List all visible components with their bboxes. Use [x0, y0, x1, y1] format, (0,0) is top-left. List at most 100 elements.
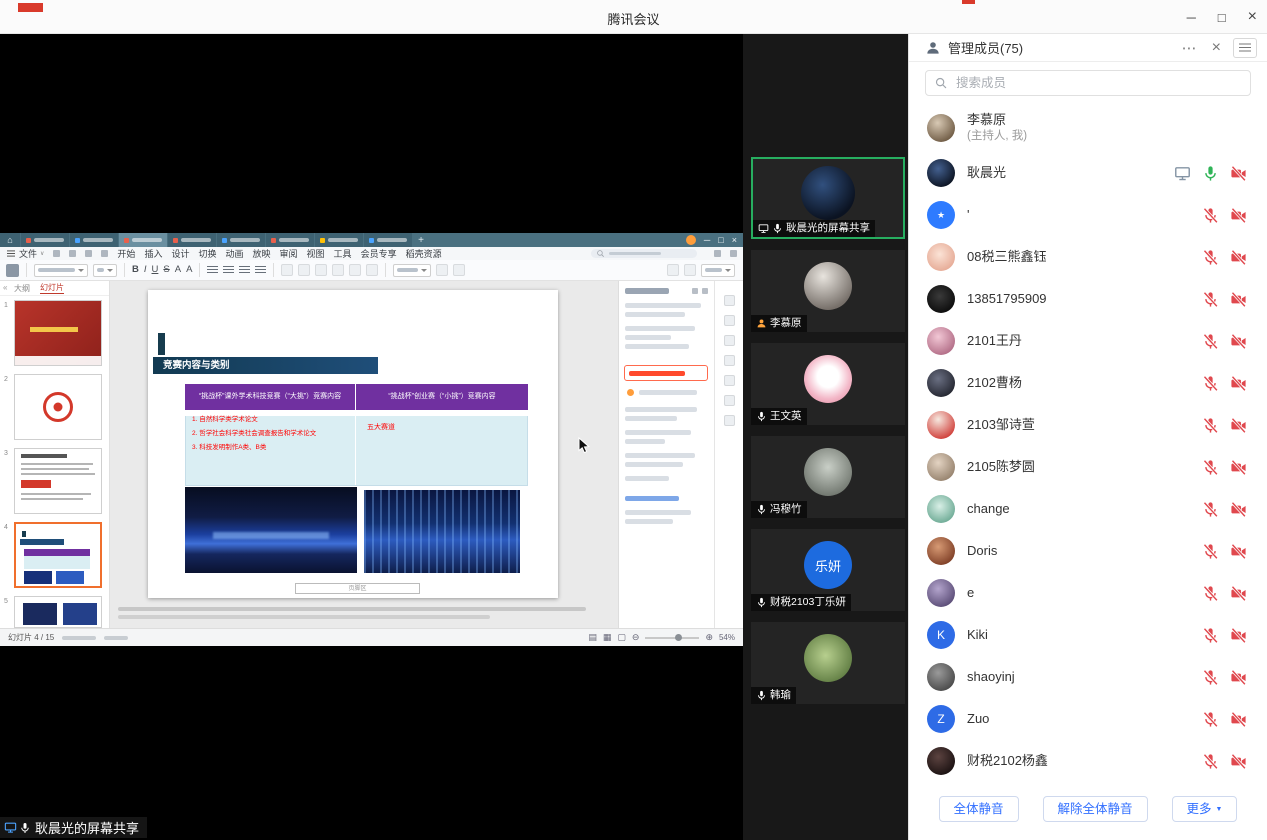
collapse-panel-icon[interactable]: «: [3, 283, 7, 292]
mic-muted-icon[interactable]: [1202, 711, 1219, 728]
toolbar-button[interactable]: [684, 264, 696, 276]
quick-icon[interactable]: [730, 250, 737, 257]
video-thumbnail[interactable]: 乐妍财税2103丁乐妍: [751, 529, 905, 611]
toolbar-button[interactable]: [366, 264, 378, 276]
file-menu[interactable]: 文件 ∨: [6, 247, 44, 260]
slide-thumbnail-2[interactable]: [14, 374, 102, 440]
minimize-button[interactable]: ─: [1187, 11, 1196, 24]
format-i-button[interactable]: I: [144, 265, 147, 275]
member-row[interactable]: 2102曹杨: [909, 362, 1267, 404]
panel-close-icon[interactable]: ×: [1212, 40, 1221, 56]
camera-muted-icon[interactable]: [1230, 585, 1247, 602]
view-normal-icon[interactable]: ▤: [588, 632, 597, 643]
slide-thumbnail-4-selected[interactable]: [14, 522, 102, 588]
mic-muted-icon[interactable]: [1202, 585, 1219, 602]
wps-minimize-button[interactable]: ─: [704, 235, 710, 245]
zoom-slider[interactable]: [645, 637, 699, 639]
toolbar-button[interactable]: [315, 264, 327, 276]
camera-muted-icon[interactable]: [1230, 627, 1247, 644]
quick-icon[interactable]: [85, 250, 92, 257]
mic-muted-icon[interactable]: [1202, 669, 1219, 686]
video-thumbnail[interactable]: 冯穆竹: [751, 436, 905, 518]
wps-menu-item[interactable]: 视图: [307, 247, 325, 260]
video-thumbnail[interactable]: 韩瑜: [751, 622, 905, 704]
camera-muted-icon[interactable]: [1230, 711, 1247, 728]
wps-menu-item[interactable]: 工具: [334, 247, 352, 260]
format-b-button[interactable]: B: [132, 265, 139, 275]
quick-icon[interactable]: [53, 250, 60, 257]
mic-muted-icon[interactable]: [1202, 291, 1219, 308]
quick-icon[interactable]: [69, 250, 76, 257]
member-row[interactable]: 财税2102杨鑫: [909, 740, 1267, 782]
member-row[interactable]: ★': [909, 194, 1267, 236]
screen-share-icon[interactable]: [1174, 165, 1191, 182]
search-input[interactable]: [954, 75, 1242, 91]
slide-thumbnail-5[interactable]: [14, 596, 102, 628]
document-tab[interactable]: [70, 233, 118, 247]
member-row[interactable]: ZZuo: [909, 698, 1267, 740]
member-search-box[interactable]: [925, 70, 1251, 96]
mic-muted-icon[interactable]: [1202, 417, 1219, 434]
toolbar-button[interactable]: [332, 264, 344, 276]
more-button[interactable]: 更多▼: [1172, 796, 1238, 822]
quick-icon[interactable]: [714, 250, 721, 257]
toolbar-button[interactable]: [281, 264, 293, 276]
maximize-button[interactable]: □: [1218, 11, 1226, 24]
camera-muted-icon[interactable]: [1230, 291, 1247, 308]
camera-muted-icon[interactable]: [1230, 753, 1247, 770]
member-row[interactable]: 2101王丹: [909, 320, 1267, 362]
camera-muted-icon[interactable]: [1230, 669, 1247, 686]
window-titlebar[interactable]: 腾讯会议 ─ □ ×: [0, 0, 1267, 34]
document-tab[interactable]: [315, 233, 363, 247]
mic-muted-icon[interactable]: [1202, 207, 1219, 224]
wps-menu-item[interactable]: 会员专享: [361, 247, 397, 260]
document-tab[interactable]: [364, 233, 412, 247]
member-row[interactable]: 2103邹诗萱: [909, 404, 1267, 446]
mic-active-icon[interactable]: [1202, 165, 1219, 182]
format-a-button[interactable]: A: [175, 265, 181, 275]
video-thumbnail[interactable]: 耿晨光的屏幕共享: [751, 157, 905, 239]
member-row[interactable]: e: [909, 572, 1267, 614]
wps-menu-item[interactable]: 设计: [171, 247, 189, 260]
zoom-in-icon[interactable]: ⊕: [705, 632, 713, 643]
mute-all-button[interactable]: 全体静音: [939, 796, 1019, 822]
document-tab[interactable]: [21, 233, 69, 247]
mic-muted-icon[interactable]: [1202, 249, 1219, 266]
toolbar-button[interactable]: [298, 264, 310, 276]
camera-muted-icon[interactable]: [1230, 543, 1247, 560]
align-button[interactable]: [223, 266, 234, 275]
camera-muted-icon[interactable]: [1230, 165, 1247, 182]
mic-muted-icon[interactable]: [1202, 753, 1219, 770]
format-s-button[interactable]: S: [163, 265, 169, 275]
document-tab[interactable]: [168, 233, 216, 247]
mic-muted-icon[interactable]: [1202, 501, 1219, 518]
wps-menu-item[interactable]: 开始: [117, 247, 135, 260]
align-button[interactable]: [239, 266, 250, 275]
paste-button[interactable]: [6, 264, 19, 277]
toolbar-button[interactable]: [453, 264, 465, 276]
pane-alert-box[interactable]: [624, 365, 708, 381]
search-commands[interactable]: [591, 249, 697, 258]
member-row[interactable]: change: [909, 488, 1267, 530]
format-u-button[interactable]: U: [152, 265, 159, 275]
view-play-icon[interactable]: ▢: [617, 632, 626, 643]
mic-muted-icon[interactable]: [1202, 543, 1219, 560]
tab-slides[interactable]: 幻灯片: [40, 282, 64, 294]
more-options-icon[interactable]: ⋯: [1182, 39, 1198, 57]
tab-outline[interactable]: 大纲: [14, 283, 30, 294]
wps-menu-item[interactable]: 审阅: [280, 247, 298, 260]
camera-muted-icon[interactable]: [1230, 459, 1247, 476]
slide-thumbnail-1[interactable]: [14, 300, 102, 366]
quick-icon[interactable]: [101, 250, 108, 257]
close-button[interactable]: ×: [1248, 9, 1257, 25]
camera-muted-icon[interactable]: [1230, 249, 1247, 266]
member-row[interactable]: 08税三熊鑫钰: [909, 236, 1267, 278]
member-row[interactable]: KKiki: [909, 614, 1267, 656]
format-a-button[interactable]: A: [186, 265, 192, 275]
slide-thumbnail-3[interactable]: [14, 448, 102, 514]
toolbar-dropdown[interactable]: [34, 264, 88, 277]
member-row[interactable]: shaoyinj: [909, 656, 1267, 698]
mic-muted-icon[interactable]: [1202, 459, 1219, 476]
wps-close-button[interactable]: ×: [732, 235, 737, 245]
toolbar-button[interactable]: [349, 264, 361, 276]
